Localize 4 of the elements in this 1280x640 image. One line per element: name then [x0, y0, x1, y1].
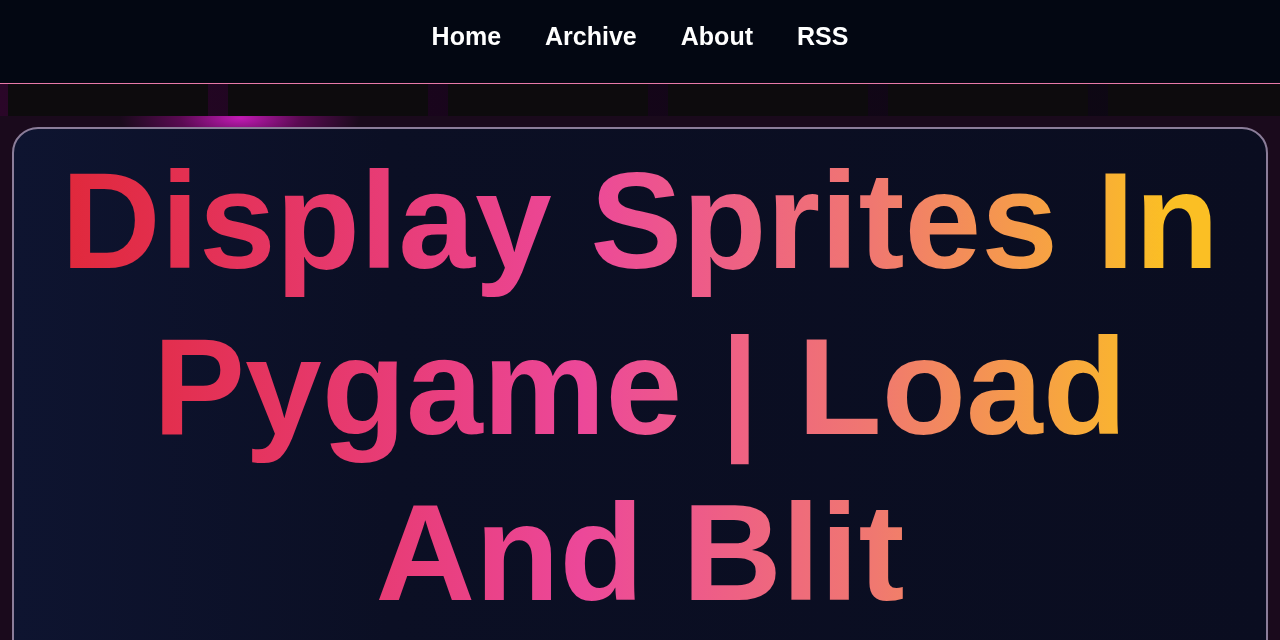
nav-link[interactable]: Home	[431, 22, 502, 51]
nav-link[interactable]: About	[680, 22, 753, 51]
nav-link[interactable]: RSS	[797, 22, 849, 51]
nav-link[interactable]: Archive	[545, 22, 637, 51]
